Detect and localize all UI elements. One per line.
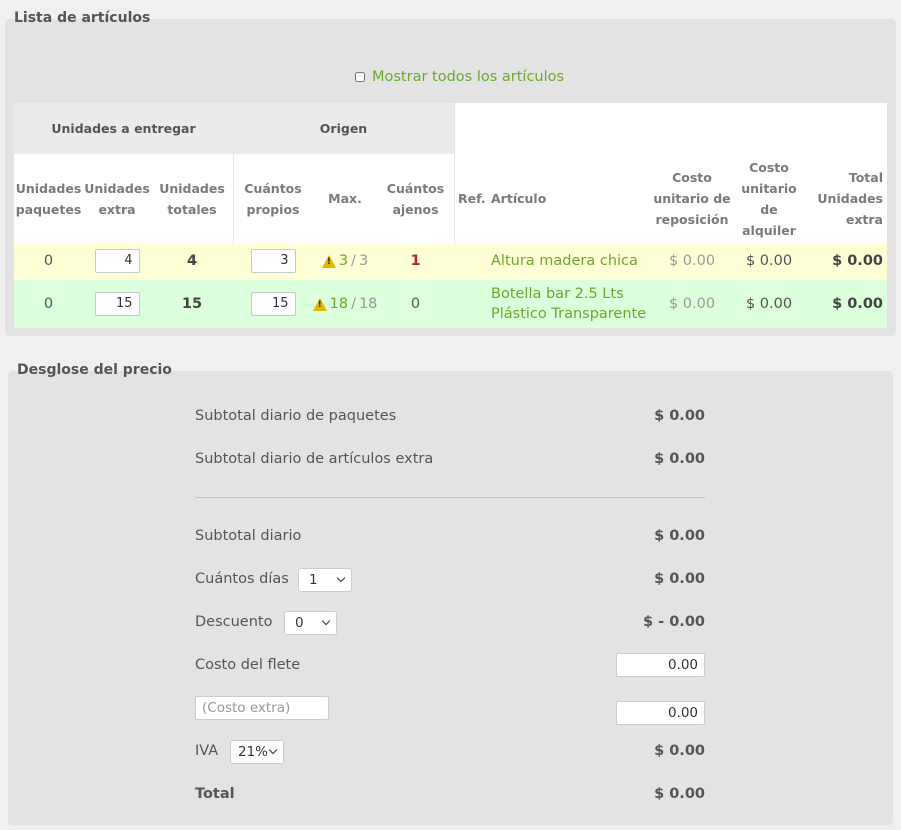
- max-total: 18: [358, 296, 378, 312]
- col-header-article: Artículo: [491, 154, 651, 243]
- max-availability: 18 / 18: [312, 280, 378, 328]
- days-value: $ 0.00: [654, 571, 705, 587]
- articles-panel: Mostrar todos los artículos Unidades a e…: [5, 19, 896, 336]
- col-header-third-party-qty: Cuántos ajenos: [377, 154, 454, 243]
- packages-subtotal-label: Subtotal diario de paquetes: [195, 408, 397, 424]
- extra-cost-description-input[interactable]: (Costo extra): [195, 696, 329, 720]
- total-value: $ 0.00: [654, 786, 705, 802]
- package-units-value: 0: [43, 253, 54, 269]
- max-available: 18: [329, 296, 349, 312]
- extras-subtotal-value: $ 0.00: [654, 451, 705, 467]
- package-units-value: 0: [43, 296, 54, 312]
- chevron-down-icon: [336, 573, 346, 583]
- group-header-origin: Origen: [233, 103, 454, 154]
- col-header-ref: Ref.: [454, 154, 490, 243]
- iva-select[interactable]: 21%: [230, 740, 284, 764]
- rental-cost-value: $ 0.00: [745, 296, 793, 312]
- col-header-package-units: Unidades paquetes: [14, 154, 83, 243]
- total-label: Total: [195, 786, 235, 802]
- freight-label: Costo del flete: [195, 657, 301, 673]
- extras-subtotal-label: Subtotal diario de artículos extra: [195, 451, 434, 467]
- days-select[interactable]: 1: [298, 568, 352, 592]
- extra-cost-input[interactable]: 0.00: [616, 701, 705, 725]
- table-row: 0 15 15 15 18 / 18 0 Botella bar 2.5 Lts…: [14, 280, 887, 328]
- articles-section-title: Lista de artículos: [14, 10, 151, 26]
- discount-label: Descuento: [195, 614, 273, 630]
- article-name: Altura madera chica: [491, 253, 638, 269]
- col-header-rental-cost: Costo unitario de alquiler: [733, 154, 805, 243]
- col-header-extra-units: Unidades extra: [83, 154, 151, 243]
- own-qty-input[interactable]: 3: [250, 249, 296, 273]
- discount-value: $ - 0.00: [643, 614, 705, 630]
- max-separator: /: [351, 296, 356, 312]
- col-header-total-extra: Total Unidades extra: [805, 154, 883, 243]
- divider: [233, 154, 234, 243]
- replacement-cost-value: $ 0.00: [668, 253, 716, 269]
- divider: [195, 497, 705, 498]
- article-name-line2: Plástico Transparente: [491, 306, 647, 322]
- max-total: 3: [358, 253, 369, 269]
- replacement-cost-value: $ 0.00: [668, 296, 716, 312]
- max-available: 3: [338, 253, 349, 269]
- breakdown-section-title: Desglose del precio: [17, 362, 172, 378]
- freight-input[interactable]: 0.00: [616, 653, 705, 677]
- iva-selected-value: 21%: [238, 744, 269, 760]
- table-row: 0 4 4 3 3 / 3 1 Altura madera chica $ 0.…: [14, 243, 887, 279]
- third-party-qty-value: 0: [410, 296, 421, 312]
- total-units-value: 15: [181, 296, 203, 312]
- rental-cost-value: $ 0.00: [745, 253, 793, 269]
- show-all-checkbox[interactable]: [355, 72, 365, 82]
- total-extra-value: $ 0.00: [832, 296, 883, 312]
- warning-triangle-icon: [321, 254, 336, 268]
- col-header-own-qty: Cuántos propios: [233, 154, 313, 243]
- show-all-label[interactable]: Mostrar todos los artículos: [372, 69, 564, 85]
- col-header-replacement-cost: Costo unitario de reposición: [651, 154, 733, 243]
- price-breakdown-panel: Subtotal diario de paquetes $ 0.00 Subto…: [8, 371, 893, 825]
- article-name: Botella bar 2.5 Lts Plástico Transparent…: [491, 280, 651, 328]
- third-party-qty-value: 1: [410, 253, 421, 269]
- daily-subtotal-value: $ 0.00: [654, 528, 705, 544]
- packages-subtotal-value: $ 0.00: [654, 408, 705, 424]
- warning-triangle-icon: [312, 297, 327, 311]
- col-header-total-units: Unidades totales: [151, 154, 233, 243]
- days-selected-value: 1: [309, 572, 318, 588]
- col-header-max: Max.: [313, 154, 377, 243]
- divider: [454, 103, 455, 243]
- total-extra-value: $ 0.00: [832, 253, 883, 269]
- chevron-down-icon: [268, 745, 278, 755]
- days-label: Cuántos días: [195, 571, 289, 587]
- extra-units-input[interactable]: 4: [94, 249, 140, 273]
- chevron-down-icon: [321, 616, 331, 626]
- article-name-line1: Botella bar 2.5 Lts: [491, 286, 624, 302]
- group-header-units: Unidades a entregar: [14, 103, 233, 154]
- iva-value: $ 0.00: [654, 743, 705, 759]
- discount-selected-value: 0: [295, 615, 304, 631]
- daily-subtotal-label: Subtotal diario: [195, 528, 302, 544]
- show-all-toggle[interactable]: Mostrar todos los artículos: [355, 69, 564, 85]
- discount-select[interactable]: 0: [284, 611, 337, 635]
- articles-table: Unidades a entregar Origen Unidades paqu…: [14, 103, 887, 328]
- own-qty-input[interactable]: 15: [250, 292, 296, 316]
- max-separator: /: [351, 253, 356, 269]
- iva-label: IVA: [195, 743, 219, 759]
- max-availability: 3 / 3: [313, 243, 377, 279]
- total-units-value: 4: [186, 253, 198, 269]
- extra-units-input[interactable]: 15: [94, 292, 140, 316]
